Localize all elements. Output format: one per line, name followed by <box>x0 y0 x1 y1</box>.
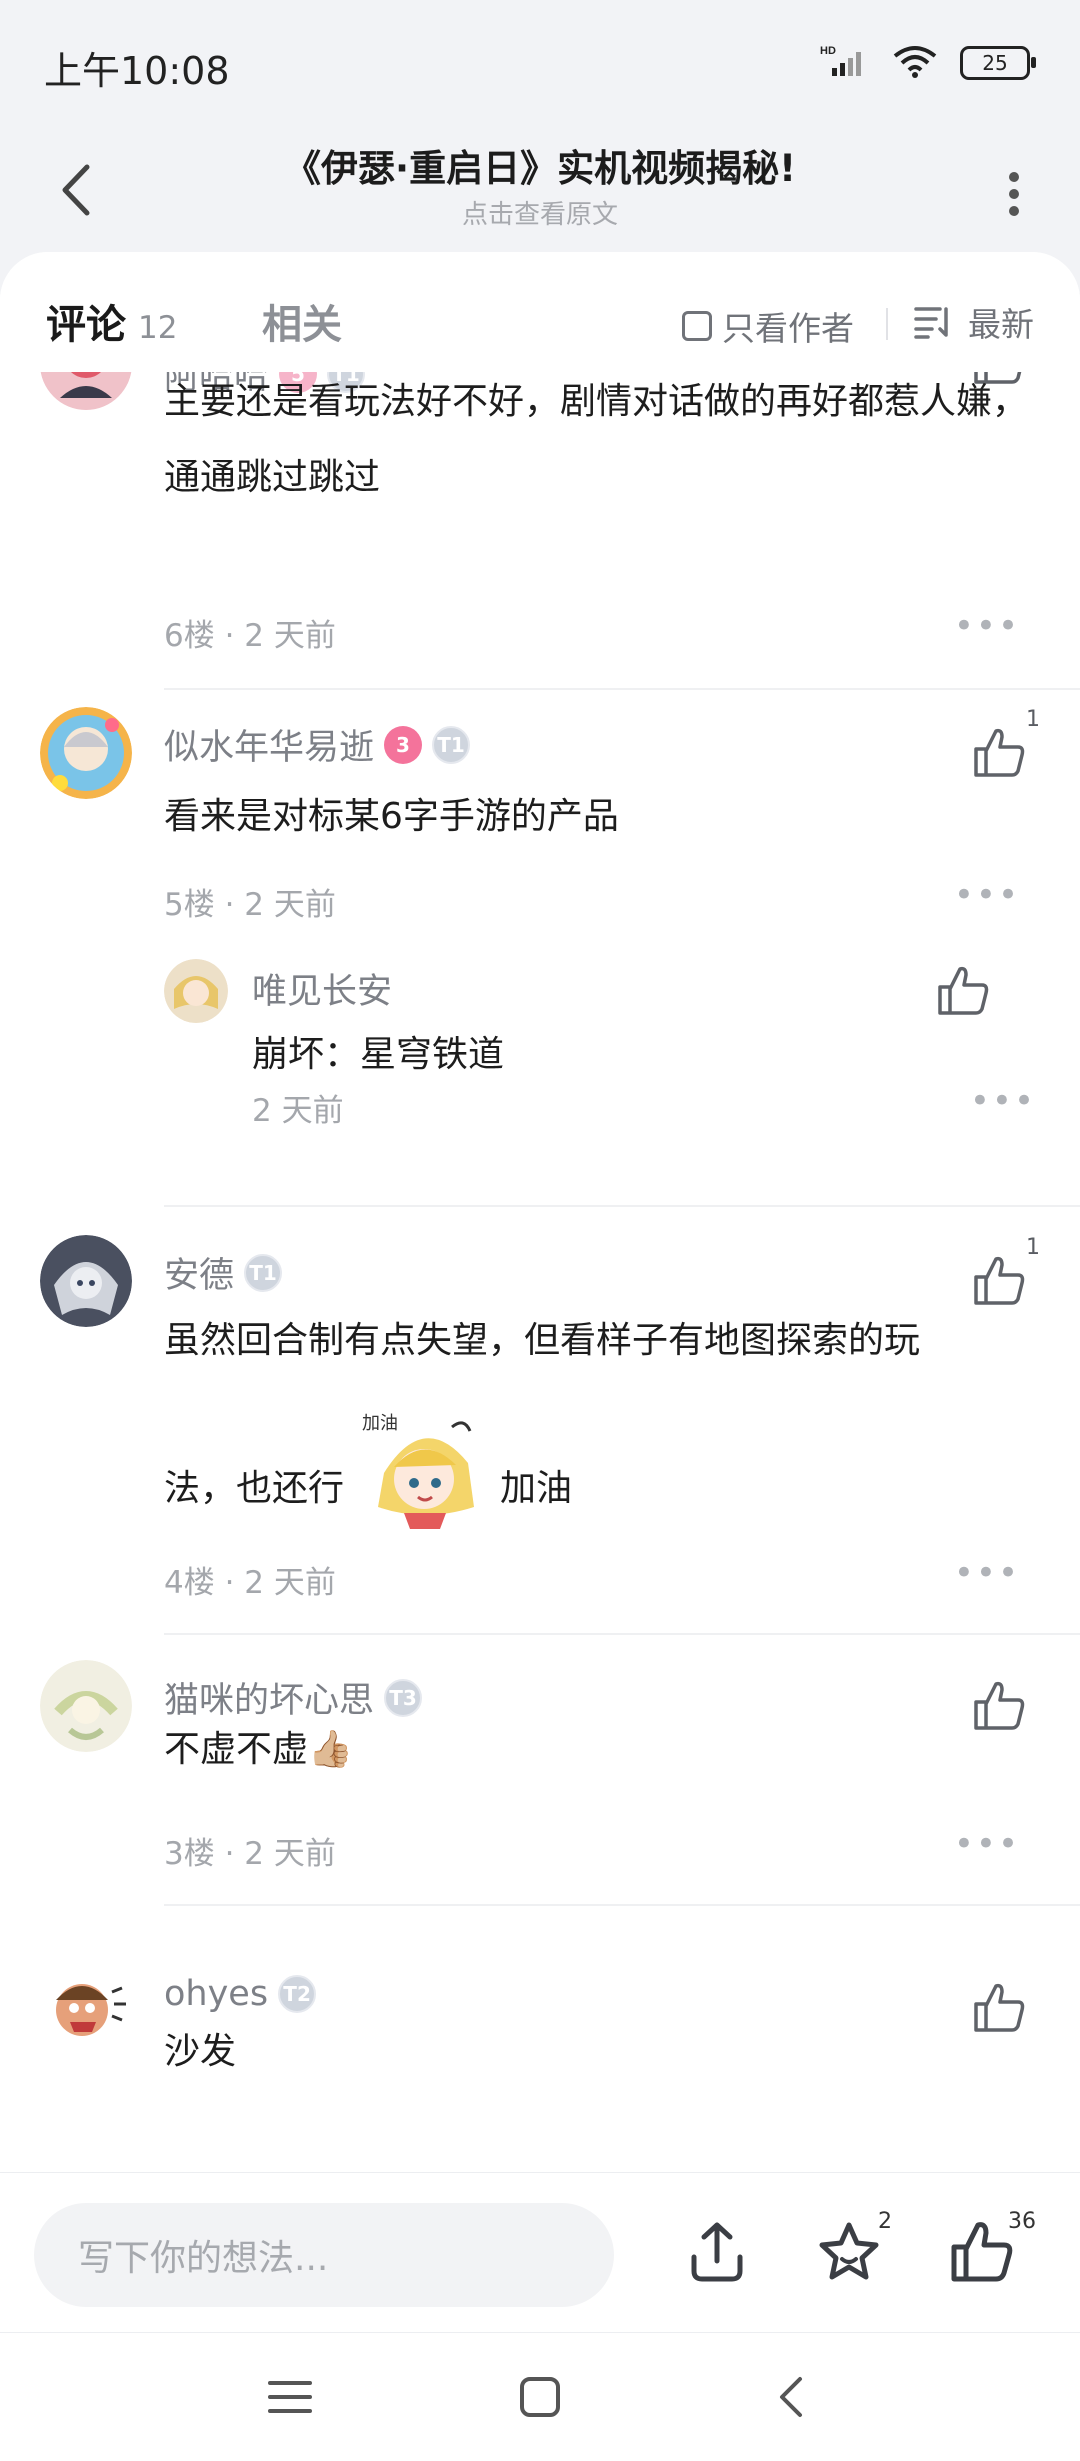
tier-badge: T1 <box>432 725 471 764</box>
chevron-left-icon <box>62 164 90 216</box>
menu-icon[interactable] <box>264 2371 316 2423</box>
more-button[interactable] <box>984 154 1044 234</box>
comment-list[interactable]: 阿哈哈 5 T1 主要还是看玩法好不好，剧情对话做的再好都惹人嫌，通通跳过跳过 … <box>0 252 1080 2172</box>
avatar[interactable] <box>40 707 132 799</box>
favorite-star-icon[interactable] <box>814 2217 884 2287</box>
wifi-icon <box>892 44 938 82</box>
back-button[interactable] <box>48 150 104 230</box>
more-options-icon[interactable]: ••• <box>954 606 1020 646</box>
like-count: 36 <box>1008 2209 1036 2234</box>
status-bar: 上午10:08 HD 25 <box>0 0 1080 130</box>
divider <box>164 1633 1080 1635</box>
tier-badge: T2 <box>278 1975 317 2013</box>
bottom-action-bar: 写下你的想法... 2 36 <box>0 2172 1080 2333</box>
divider <box>164 688 1080 690</box>
comments-sheet: 阿哈哈 5 T1 主要还是看玩法好不好，剧情对话做的再好都惹人嫌，通通跳过跳过 … <box>0 252 1080 2172</box>
comment-username[interactable]: 似水年华易逝 3 T1 <box>164 719 471 770</box>
tab-bar: 评论 12 相关 只看作者 最新 <box>0 252 1080 372</box>
divider <box>164 1205 1080 1207</box>
avatar[interactable] <box>40 1660 132 1752</box>
comment-text: 沙发 <box>164 2031 237 2072</box>
battery-icon: 25 <box>960 46 1036 80</box>
svg-text:加油: 加油 <box>362 1413 398 1433</box>
reply-username[interactable]: 唯见长安 <box>252 963 392 1014</box>
thumbs-up-icon[interactable] <box>932 961 992 1021</box>
back-nav-icon[interactable] <box>766 2371 818 2423</box>
divider <box>164 1904 1080 1906</box>
thumbs-up-icon[interactable] <box>968 723 1028 783</box>
system-nav-bar <box>0 2332 1080 2461</box>
more-options-icon[interactable]: ••• <box>954 1824 1020 1864</box>
avatar[interactable] <box>164 959 228 1023</box>
tier-badge: T1 <box>244 1253 283 1292</box>
avatar[interactable] <box>40 1235 132 1327</box>
tier-badge: T3 <box>384 1678 423 1717</box>
sort-button[interactable]: 最新 <box>914 298 1034 346</box>
comment-text: 主要还是看玩法好不好，剧情对话做的再好都惹人嫌，通通跳过跳过 <box>164 381 1029 498</box>
signal-icon: HD <box>820 44 870 82</box>
status-icons: HD 25 <box>820 44 1036 82</box>
page-title: 《伊瑟·重启日》实机视频揭秘! <box>284 147 796 190</box>
share-icon[interactable] <box>682 2217 752 2287</box>
level-badge: 3 <box>384 725 423 764</box>
favorite-count: 2 <box>878 2209 892 2234</box>
more-options-icon[interactable]: ••• <box>954 875 1020 915</box>
like-count: 1 <box>1026 1235 1040 1260</box>
author-only-toggle[interactable]: 只看作者 <box>682 302 854 350</box>
divider <box>886 308 888 340</box>
sort-icon <box>914 307 948 339</box>
reply-text: 崩坏：星穹铁道 <box>252 1034 505 1075</box>
tab-comments[interactable]: 评论 12 <box>46 292 177 350</box>
nav-title-block[interactable]: 《伊瑟·重启日》实机视频揭秘! 点击查看原文 <box>180 138 900 231</box>
comment-text: 看来是对标某6字手游的产品 <box>164 796 619 837</box>
comment-text-line2: 法，也还行 加油 加油 <box>164 1403 1044 1543</box>
tab-related[interactable]: 相关 <box>262 292 342 350</box>
comment-meta: 4楼 · 2 天前 <box>164 1565 336 1601</box>
comment-username[interactable]: ohyes T2 <box>164 1974 317 2014</box>
avatar[interactable] <box>40 1962 132 2054</box>
comment-text: 不虚不虚👍🏼 <box>164 1729 353 1770</box>
sticker-image[interactable]: 加油 <box>360 1403 490 1533</box>
comment-meta: 6楼 · 2 天前 <box>164 618 336 654</box>
more-options-icon[interactable]: ••• <box>970 1081 1036 1121</box>
comment-meta: 5楼 · 2 天前 <box>164 887 336 923</box>
comment-input[interactable]: 写下你的想法... <box>34 2203 614 2307</box>
comment-username[interactable]: 安德 T1 <box>164 1247 283 1298</box>
reply-time: 2 天前 <box>252 1093 344 1129</box>
thumbs-up-icon[interactable] <box>946 2217 1016 2287</box>
home-icon[interactable] <box>514 2371 566 2423</box>
more-options-icon[interactable]: ••• <box>954 1553 1020 1593</box>
reply-item: 唯见长安 崩坏：星穹铁道 2 天前 ••• <box>164 955 1044 1155</box>
comment-count: 12 <box>138 310 178 346</box>
view-original-link[interactable]: 点击查看原文 <box>180 194 900 231</box>
more-vertical-icon <box>1009 172 1019 216</box>
status-time: 上午10:08 <box>44 49 230 93</box>
thumbs-up-icon[interactable] <box>968 1251 1028 1311</box>
svg-text:HD: HD <box>820 45 836 57</box>
like-count: 1 <box>1026 707 1040 732</box>
nav-bar: 《伊瑟·重启日》实机视频揭秘! 点击查看原文 <box>0 130 1080 250</box>
comment-text-line1: 虽然回合制有点失望，但看样子有地图探索的玩 <box>164 1320 921 1361</box>
comment-meta: 3楼 · 2 天前 <box>164 1836 336 1872</box>
checkbox-icon[interactable] <box>682 311 712 341</box>
